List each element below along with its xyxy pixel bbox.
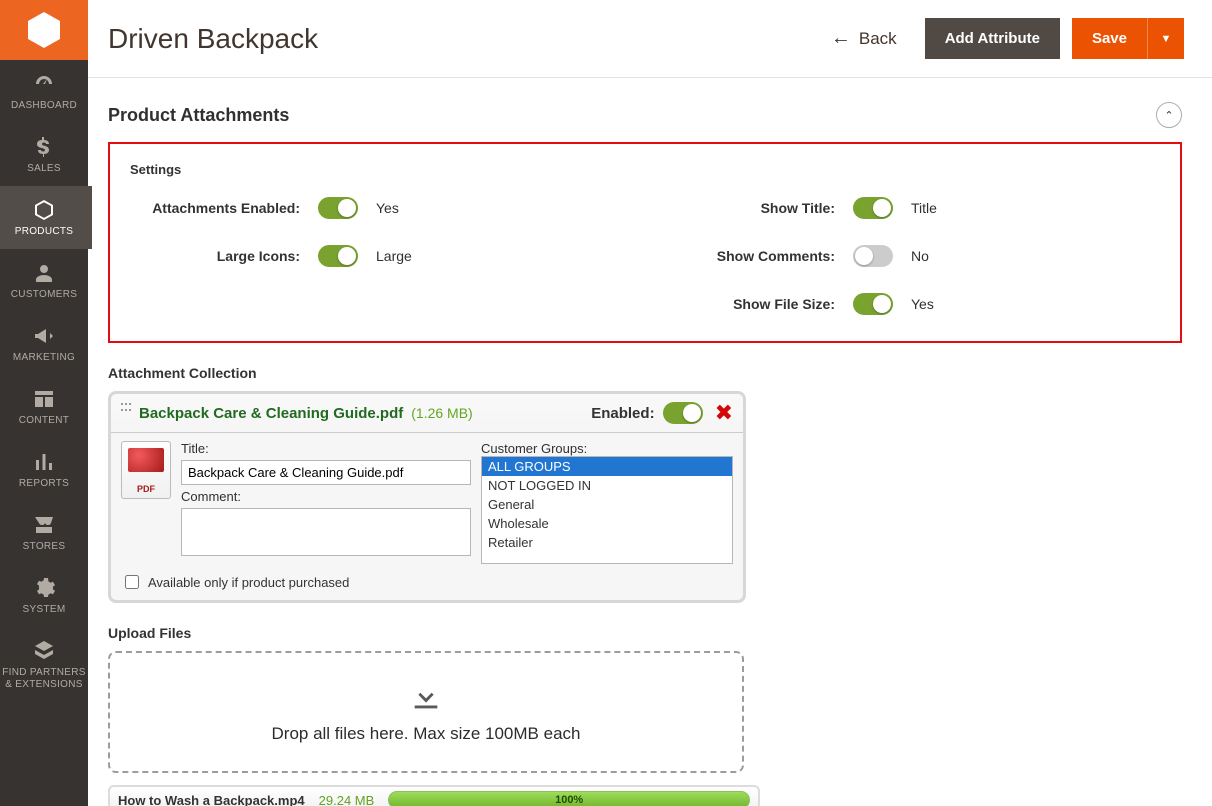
setting-value: No bbox=[911, 248, 929, 264]
nav-label: SYSTEM bbox=[0, 604, 88, 615]
setting-attachments-enabled: Attachments Enabled: Yes bbox=[130, 197, 625, 219]
setting-label: Large Icons: bbox=[130, 248, 300, 264]
nav-system[interactable]: SYSTEM bbox=[0, 564, 92, 627]
reports-icon bbox=[32, 450, 56, 474]
download-icon bbox=[409, 680, 443, 714]
nav-marketing[interactable]: MARKETING bbox=[0, 312, 92, 375]
toggle-show-file-size[interactable] bbox=[853, 293, 893, 315]
customers-icon bbox=[32, 261, 56, 285]
setting-show-file-size: Show File Size: Yes bbox=[665, 293, 1160, 315]
section-title: Product Attachments bbox=[108, 105, 289, 126]
nav-label: PRODUCTS bbox=[0, 226, 88, 237]
setting-show-comments: Show Comments: No bbox=[665, 245, 1160, 267]
group-option[interactable]: ALL GROUPS bbox=[482, 457, 732, 476]
back-button[interactable]: ← Back bbox=[831, 27, 897, 50]
toggle-large-icons[interactable] bbox=[318, 245, 358, 267]
nav-reports[interactable]: REPORTS bbox=[0, 438, 92, 501]
progress-bar: 100% bbox=[388, 791, 750, 806]
progress-filesize: 29.24 MB bbox=[319, 793, 375, 806]
page-header: Driven Backpack ← Back Add Attribute Sav… bbox=[88, 0, 1212, 78]
setting-value: Yes bbox=[376, 200, 399, 216]
comment-field-label: Comment: bbox=[181, 489, 471, 504]
setting-label: Attachments Enabled: bbox=[130, 200, 300, 216]
admin-sidebar: DASHBOARD SALES PRODUCTS CUSTOMERS MARKE… bbox=[0, 0, 88, 806]
group-option[interactable]: Wholesale bbox=[482, 514, 732, 533]
nav-label: DASHBOARD bbox=[0, 100, 88, 111]
collection-title: Attachment Collection bbox=[108, 365, 1182, 381]
group-option[interactable]: General bbox=[482, 495, 732, 514]
comment-textarea[interactable] bbox=[181, 508, 471, 556]
attachment-filesize: (1.26 MB) bbox=[411, 405, 472, 421]
magento-logo[interactable] bbox=[0, 0, 88, 60]
marketing-icon bbox=[32, 324, 56, 348]
system-icon bbox=[32, 576, 56, 600]
title-field-label: Title: bbox=[181, 441, 471, 456]
nav-partners[interactable]: FIND PARTNERS & EXTENSIONS bbox=[0, 627, 92, 703]
setting-large-icons: Large Icons: Large bbox=[130, 245, 625, 267]
group-option[interactable]: NOT LOGGED IN bbox=[482, 476, 732, 495]
nav-sales[interactable]: SALES bbox=[0, 123, 92, 186]
arrow-left-icon: ← bbox=[831, 27, 851, 50]
nav-label: REPORTS bbox=[0, 478, 88, 489]
setting-label: Show File Size: bbox=[665, 296, 835, 312]
purchase-only-checkbox[interactable] bbox=[125, 575, 139, 589]
drag-handle-icon[interactable] bbox=[121, 403, 131, 423]
customer-groups-select[interactable]: ALL GROUPS NOT LOGGED IN General Wholesa… bbox=[481, 456, 733, 564]
purchase-only-label: Available only if product purchased bbox=[148, 575, 349, 590]
setting-label: Show Title: bbox=[665, 200, 835, 216]
nav-dashboard[interactable]: DASHBOARD bbox=[0, 60, 92, 123]
nav-label: CUSTOMERS bbox=[0, 289, 88, 300]
nav-label: CONTENT bbox=[0, 415, 88, 426]
upload-progress-item: How to Wash a Backpack.mp4 29.24 MB 100% bbox=[108, 785, 760, 806]
nav-products[interactable]: PRODUCTS bbox=[0, 186, 92, 249]
products-icon bbox=[32, 198, 56, 222]
sales-icon bbox=[32, 135, 56, 159]
setting-value: Large bbox=[376, 248, 412, 264]
remove-attachment-button[interactable]: ✖ bbox=[715, 400, 733, 426]
dropzone-text: Drop all files here. Max size 100MB each bbox=[272, 724, 581, 744]
stores-icon bbox=[32, 513, 56, 537]
nav-content[interactable]: CONTENT bbox=[0, 375, 92, 438]
progress-filename: How to Wash a Backpack.mp4 bbox=[118, 793, 305, 806]
dashboard-icon bbox=[32, 72, 56, 96]
attachment-filename: Backpack Care & Cleaning Guide.pdf bbox=[139, 405, 403, 422]
setting-show-title: Show Title: Title bbox=[665, 197, 1160, 219]
title-input[interactable] bbox=[181, 460, 471, 485]
nav-label: FIND PARTNERS & EXTENSIONS bbox=[0, 667, 88, 691]
file-dropzone[interactable]: Drop all files here. Max size 100MB each bbox=[108, 651, 744, 773]
groups-field-label: Customer Groups: bbox=[481, 441, 733, 456]
pdf-file-icon: PDF bbox=[121, 441, 171, 499]
upload-title: Upload Files bbox=[108, 625, 1182, 641]
attachment-item: Backpack Care & Cleaning Guide.pdf (1.26… bbox=[108, 391, 746, 603]
settings-panel: Settings Attachments Enabled: Yes Large … bbox=[108, 142, 1182, 343]
add-attribute-button[interactable]: Add Attribute bbox=[925, 18, 1060, 59]
page-title: Driven Backpack bbox=[108, 23, 831, 55]
partners-icon bbox=[32, 639, 56, 663]
content-icon bbox=[32, 387, 56, 411]
group-option[interactable]: Retailer bbox=[482, 533, 732, 552]
setting-label: Show Comments: bbox=[665, 248, 835, 264]
nav-label: MARKETING bbox=[0, 352, 88, 363]
toggle-attachment-enabled[interactable] bbox=[663, 402, 703, 424]
back-label: Back bbox=[859, 29, 897, 49]
setting-value: Yes bbox=[911, 296, 934, 312]
settings-heading: Settings bbox=[130, 162, 1160, 177]
nav-label: SALES bbox=[0, 163, 88, 174]
nav-stores[interactable]: STORES bbox=[0, 501, 92, 564]
toggle-attachments-enabled[interactable] bbox=[318, 197, 358, 219]
nav-customers[interactable]: CUSTOMERS bbox=[0, 249, 92, 312]
collapse-toggle[interactable]: ⌃ bbox=[1156, 102, 1182, 128]
chevron-up-icon: ⌃ bbox=[1164, 109, 1173, 122]
enabled-label: Enabled: bbox=[591, 405, 654, 422]
nav-label: STORES bbox=[0, 541, 88, 552]
toggle-show-title[interactable] bbox=[853, 197, 893, 219]
save-button[interactable]: Save bbox=[1072, 18, 1147, 59]
toggle-show-comments[interactable] bbox=[853, 245, 893, 267]
setting-value: Title bbox=[911, 200, 937, 216]
save-dropdown-toggle[interactable]: ▼ bbox=[1147, 18, 1184, 59]
